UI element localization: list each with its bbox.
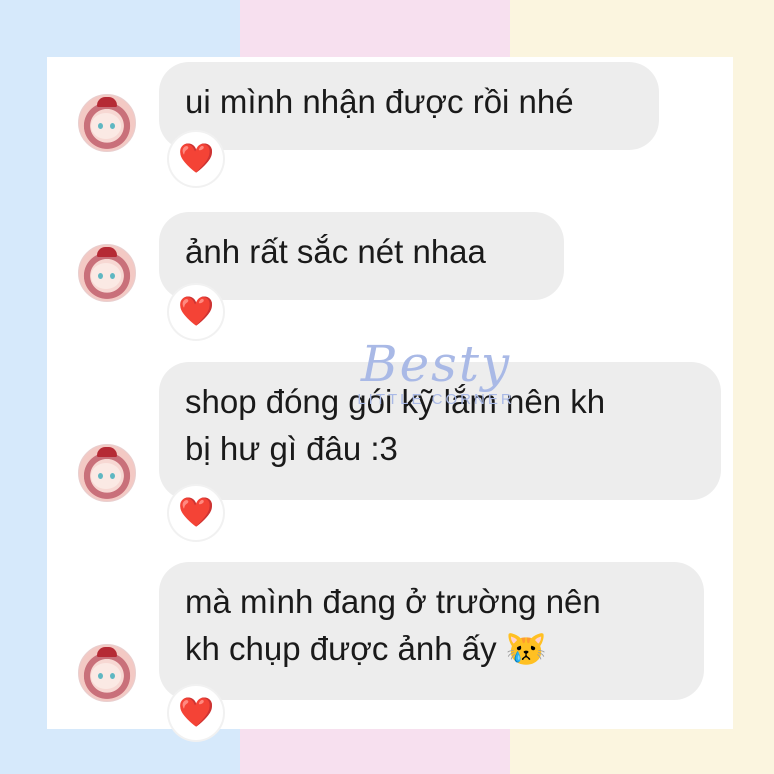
heart-reaction-icon[interactable]: ❤️ [169, 132, 223, 186]
message-bubble[interactable]: mà mình đang ở trường nên kh chụp được ả… [159, 562, 704, 700]
shop-watermark: Besty LITTLE CORNER [336, 339, 536, 408]
chat-screenshot-card: ui mình nhận được rồi nhé ❤️ ảnh rất sắc… [47, 57, 733, 740]
heart-reaction-icon[interactable]: ❤️ [169, 686, 223, 740]
sender-avatar[interactable] [78, 444, 136, 502]
message-bubble[interactable]: ảnh rất sắc nét nhaa [159, 212, 564, 300]
heart-reaction-icon[interactable]: ❤️ [169, 486, 223, 540]
watermark-logo-text: Besty [360, 335, 512, 393]
watermark-subtitle: LITTLE CORNER [357, 391, 515, 408]
sender-avatar[interactable] [78, 244, 136, 302]
message-bubble[interactable]: ui mình nhận được rồi nhé [159, 62, 659, 150]
sender-avatar[interactable] [78, 94, 136, 152]
sender-avatar[interactable] [78, 644, 136, 702]
heart-reaction-icon[interactable]: ❤️ [169, 285, 223, 339]
